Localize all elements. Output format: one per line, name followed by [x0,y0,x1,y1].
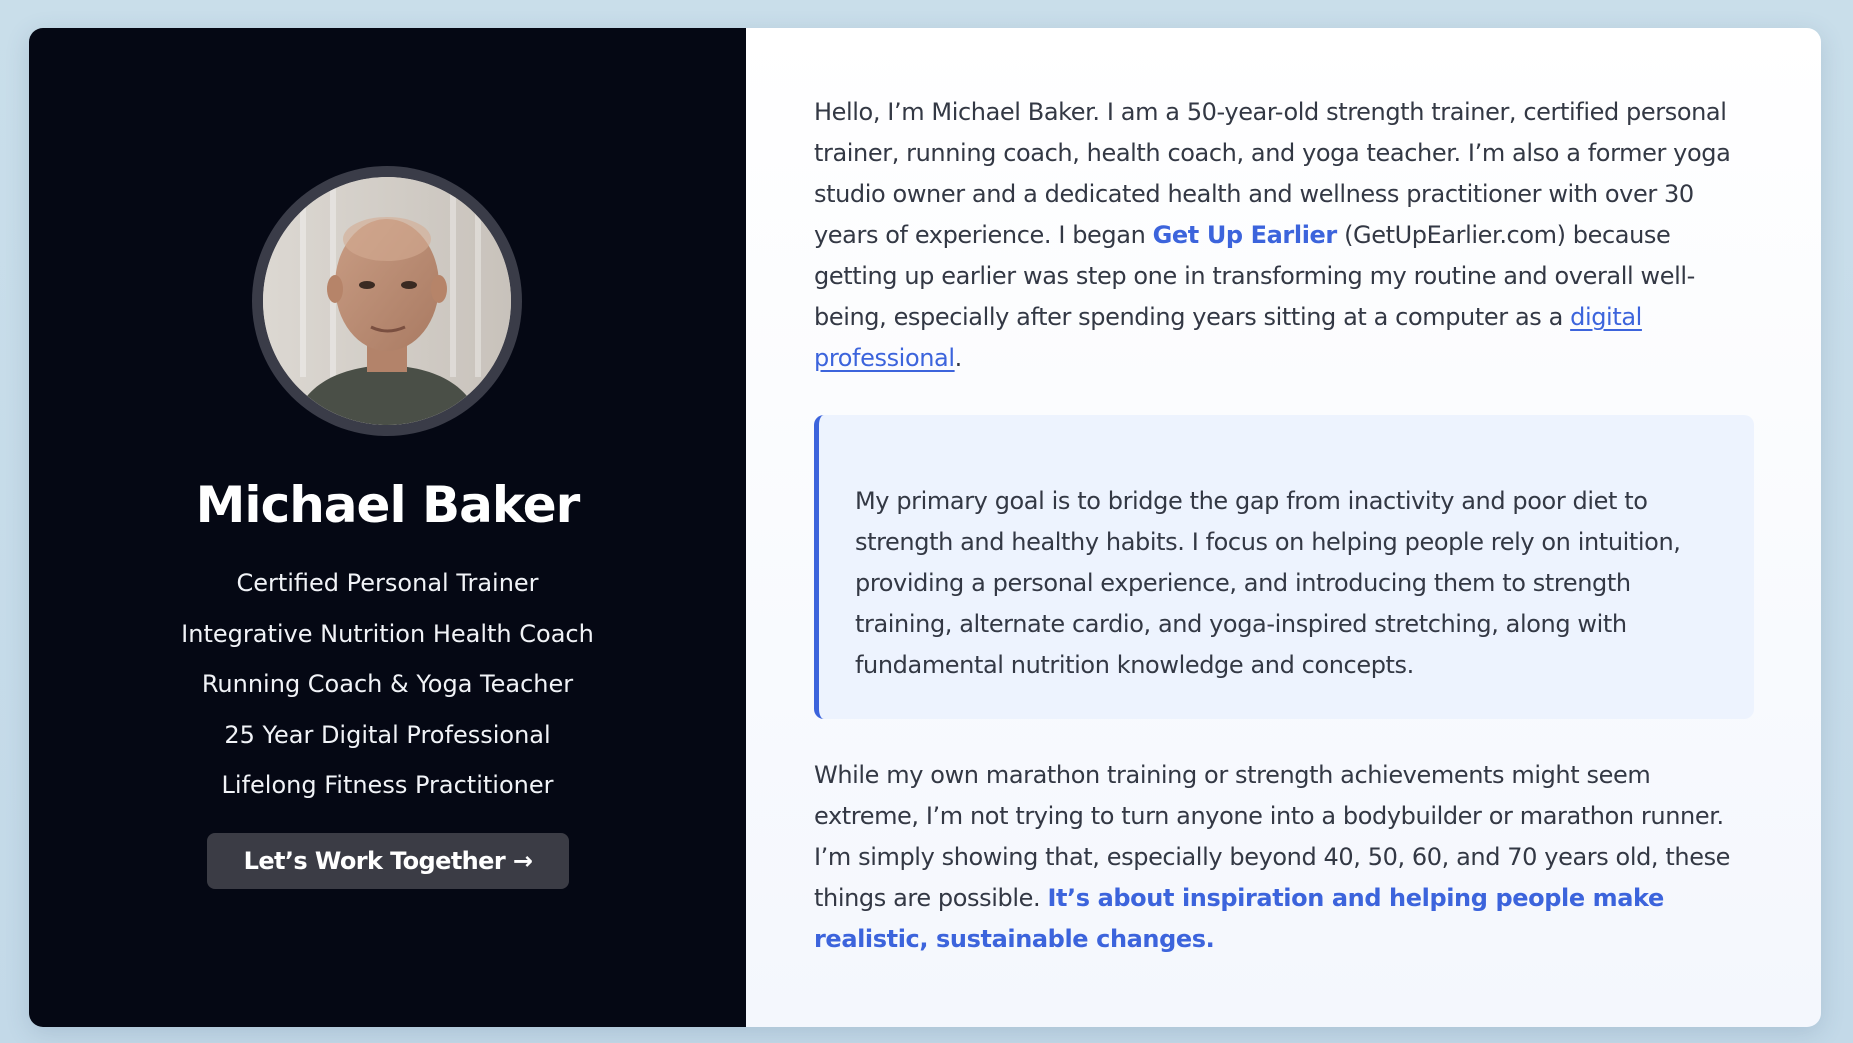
goal-quote: My primary goal is to bridge the gap fro… [814,415,1754,719]
credential-item: Integrative Nutrition Health Coach [181,619,594,648]
work-together-button[interactable]: Let’s Work Together → [207,833,569,889]
profile-name: Michael Baker [195,476,581,534]
profile-panel: Michael Baker Certified Personal Trainer… [29,28,746,1027]
avatar-ring [252,166,522,436]
credential-item: 25 Year Digital Professional [224,720,551,749]
credential-item: Certified Personal Trainer [236,569,539,597]
credential-item: Running Coach & Yoga Teacher [201,670,574,698]
goal-quote-text: My primary goal is to bridge the gap fro… [855,487,1681,679]
avatar-portrait [263,177,511,425]
about-card: Michael Baker Certified Personal Trainer… [29,28,1821,1027]
bio-intro-end: . [954,344,963,372]
bio-closing-paragraph: While my own marathon training or streng… [814,755,1760,960]
credentials-list: Certified Personal Trainer Integrative N… [29,558,746,811]
brand-name: Get Up Earlier [1152,221,1338,249]
bio-panel: Hello, I’m Michael Baker. I am a 50-year… [746,28,1821,1027]
bio-content: Hello, I’m Michael Baker. I am a 50-year… [814,92,1760,960]
avatar [263,177,511,425]
credential-item: Lifelong Fitness Practitioner [221,771,554,799]
bio-intro-paragraph: Hello, I’m Michael Baker. I am a 50-year… [814,92,1760,379]
